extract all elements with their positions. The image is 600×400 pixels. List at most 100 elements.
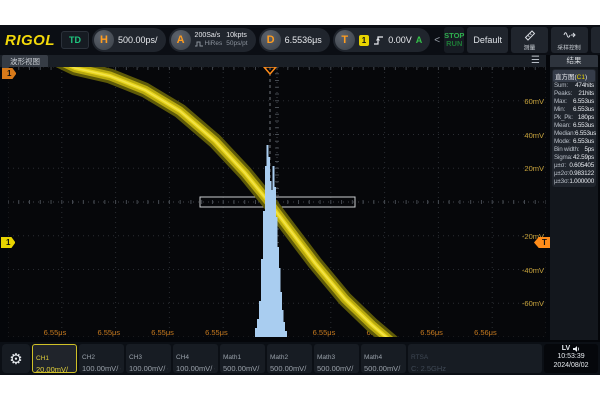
channel-card-math2[interactable]: Math2500.00mV/CH1+CH1 (267, 344, 312, 373)
horizontal-scale-control[interactable]: H 500.00ps/ (92, 28, 166, 52)
default-button[interactable]: Default (467, 27, 508, 53)
clock-date: 2024/08/02 (547, 362, 595, 370)
screenshot-stage: RIGOL TD H 500.00ps/ A 200Sa/s HiRes 10k… (0, 0, 600, 400)
card-scale: 500.00mV/ (223, 364, 262, 373)
sample-resolution: 50ps/pt (226, 40, 247, 47)
channel-card-ch2[interactable]: CH2100.00mV/0.00V (79, 344, 124, 373)
x-axis-label: 6.55μs (313, 328, 336, 337)
card-name: Math4 (364, 354, 382, 361)
tool-button-3[interactable]: 多窗口 (591, 27, 600, 53)
square-wave-icon (195, 41, 203, 47)
horizontal-scale-value: 500.00ps/ (118, 35, 158, 45)
speaker-icon (572, 345, 580, 353)
settings-button[interactable]: ⚙ (2, 344, 30, 373)
trigger-slope-icon (373, 35, 384, 46)
delay-value: 6.5536μs (285, 35, 322, 45)
trigger-histogram-bar (285, 331, 287, 337)
x-axis-label: 6.55μs (205, 328, 228, 337)
card-name: CH1 (36, 355, 49, 362)
stat-row: Mean:6.553us (553, 122, 595, 130)
trigger-source-channel: 1 (359, 35, 369, 46)
chevron-left-icon[interactable]: < (433, 35, 441, 46)
channel-card-ch4[interactable]: CH4100.00mV/0.00V (173, 344, 218, 373)
gear-icon: ⚙ (9, 350, 22, 368)
card-name: CH2 (82, 354, 95, 361)
clock-panel[interactable]: LV 10:53:39 2024/08/02 (544, 344, 598, 373)
channel-card-math1[interactable]: Math1500.00mV/CH1+CH1 (220, 344, 265, 373)
acq-mode: HiRes (195, 40, 223, 47)
card-name: CH3 (129, 354, 142, 361)
card-name: RTSA (411, 354, 428, 361)
histogram-panel-title: 直方图(C1) (553, 70, 595, 82)
waveform-display-area[interactable]: 6.55μs6.55μs6.55μs6.55μs6.55μs6.55μs6.55… (8, 67, 546, 337)
card-scale: 100.00mV/ (176, 364, 215, 373)
stat-row: Peaks:21hits (553, 90, 595, 98)
y-axis-label: 20mV (524, 164, 544, 173)
results-sidebar: 结果 直方图(C1) Sum:474hitsPeaks:21hitsMax:6.… (550, 55, 598, 340)
y-axis-label: -60mV (522, 299, 544, 308)
delay-control[interactable]: D 6.5536μs (259, 28, 330, 52)
dc-icon (120, 365, 121, 373)
card-scale: 500.00mV/ (270, 364, 309, 373)
waveform-plot: 6.55μs6.55μs6.55μs6.55μs6.55μs6.55μs6.55… (8, 67, 546, 337)
acquire-control[interactable]: A 200Sa/s HiRes 10kpts 50ps/pt (169, 28, 256, 52)
d-icon: D (261, 30, 281, 50)
dc-icon (167, 365, 168, 373)
tool-button-1[interactable]: 测量 (511, 27, 548, 53)
stat-row: Max:6.553us (553, 98, 595, 106)
card-name: Math3 (317, 354, 335, 361)
ruler-icon (523, 29, 536, 41)
rigol-logo: RIGOL (2, 32, 58, 49)
mode-badge[interactable]: TD (61, 31, 89, 49)
trigger-control[interactable]: T 1 0.00V A (333, 28, 430, 52)
stat-row: μ±2σ:0.983122 (553, 170, 595, 178)
acquire-wave-icon (563, 29, 576, 41)
card-scale: 20.00mV/ (36, 365, 73, 373)
channel-status-bar: ⚙ CH120.00mV/0.00VCH2100.00mV/0.00VCH310… (0, 342, 600, 375)
card-name: CH4 (176, 354, 189, 361)
sample-rate: 200Sa/s (195, 32, 223, 40)
trigger-sweep-mode: A (416, 35, 423, 45)
stat-row: Bin width:5ps (553, 146, 595, 154)
a-icon: A (171, 30, 191, 50)
clock-time: 10:53:39 (547, 353, 595, 361)
y-axis-label: 60mV (524, 97, 544, 106)
channel-cards: CH120.00mV/0.00VCH2100.00mV/0.00VCH3100.… (32, 344, 542, 373)
toolbar-tools: 测量采样控制多窗口光标数字运算 (511, 27, 600, 53)
trigger-histogram-bar (263, 211, 265, 337)
x-axis-label: 6.56μs (474, 328, 497, 337)
channel-card-ch3[interactable]: CH3100.00mV/0.00V (126, 344, 171, 373)
trigger-histogram-bar (283, 322, 285, 337)
channel-card-math3[interactable]: Math3500.00mV/CH1+CH1 (314, 344, 359, 373)
channel-card-rtsa[interactable]: RTSAC: 2.5GHzS: 5GHz (408, 344, 542, 373)
trigger-histogram-bar (255, 328, 257, 337)
oscilloscope-screen: RIGOL TD H 500.00ps/ A 200Sa/s HiRes 10k… (0, 25, 600, 375)
results-header[interactable]: 结果 (550, 55, 598, 67)
stat-row: Sigma:42.59ps (553, 154, 595, 162)
x-axis-label: 6.56μs (420, 328, 443, 337)
trigger-histogram-bar (261, 259, 263, 337)
stat-row: Mode:6.553us (553, 138, 595, 146)
x-axis-label: 6.55μs (44, 328, 67, 337)
view-tab-row: 波形视图 ☰ (0, 55, 546, 67)
menu-icon[interactable]: ☰ (531, 55, 540, 67)
dc-icon (214, 365, 215, 373)
x-axis-label: 6.55μs (151, 328, 174, 337)
status-text: LV (562, 345, 570, 353)
memory-depth: 10kpts (226, 32, 247, 40)
card-scale: 100.00mV/ (129, 364, 168, 373)
h-icon: H (94, 30, 114, 50)
run-stop-button[interactable]: STOP RUN (444, 27, 464, 53)
card-scale: C: 2.5GHz (411, 364, 539, 373)
top-toolbar: RIGOL TD H 500.00ps/ A 200Sa/s HiRes 10k… (0, 25, 600, 55)
stat-row: Pk_Pk:180ps (553, 114, 595, 122)
histogram-stats-panel[interactable]: 直方图(C1) Sum:474hitsPeaks:21hitsMax:6.553… (552, 69, 596, 187)
y-axis-label: -40mV (522, 266, 544, 275)
trigger-histogram-bar (257, 319, 259, 337)
stat-row: μ±σ:0.605405 (553, 162, 595, 170)
tool-button-2[interactable]: 采样控制 (551, 27, 588, 53)
channel-card-ch1[interactable]: CH120.00mV/0.00V (32, 344, 77, 373)
channel-card-math4[interactable]: Math4500.00mV/CH1+CH1 (361, 344, 406, 373)
stat-row: μ±3σ:1.000000 (553, 178, 595, 186)
card-scale: 500.00mV/ (317, 364, 356, 373)
